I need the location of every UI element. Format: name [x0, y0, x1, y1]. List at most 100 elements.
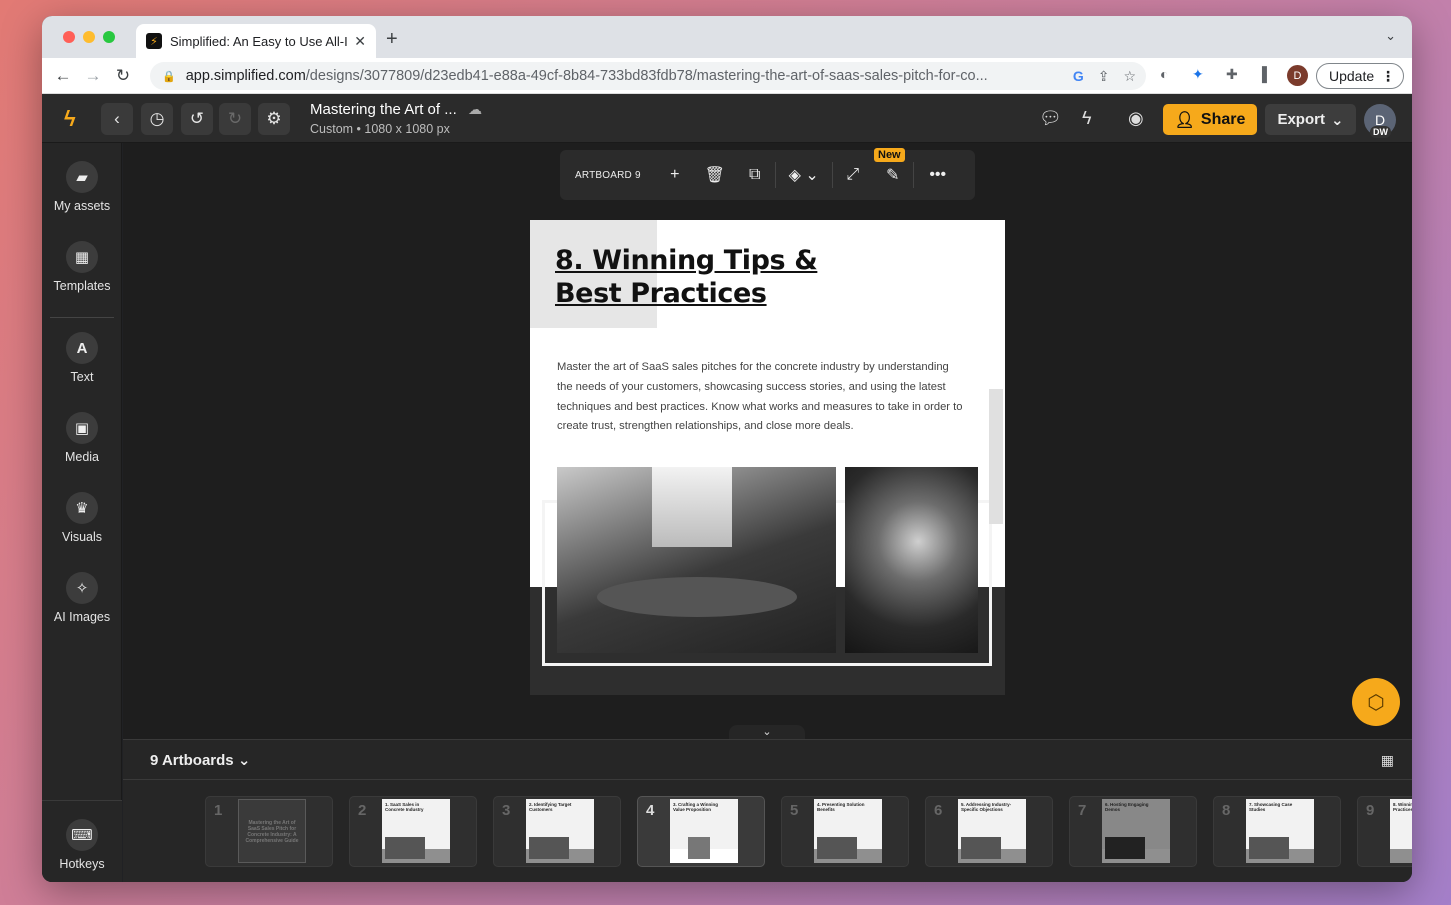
gear-icon: ⚙: [266, 109, 282, 128]
thumb-number: 6: [934, 802, 943, 819]
text-icon: A: [66, 332, 98, 364]
meeting-photo[interactable]: [557, 467, 836, 653]
simplified-logo-icon[interactable]: ϟ: [64, 106, 86, 131]
redo-button[interactable]: ↻: [219, 103, 251, 135]
artboard-body-text[interactable]: Master the art of SaaS sales pitches for…: [557, 358, 967, 437]
artboard-thumb-1[interactable]: 1 Mastering the Art of SaaS Sales Pitch …: [205, 796, 333, 867]
sidebar-item-visuals[interactable]: ♛ Visuals: [42, 492, 122, 544]
simplified-favicon-icon: ⚡: [146, 33, 162, 49]
thumb-preview: Mastering the Art of SaaS Sales Pitch fo…: [238, 799, 306, 863]
artboard-thumb-2[interactable]: 2 1. SaaS Sales in Concrete Industry: [349, 796, 477, 867]
update-button[interactable]: Update ⋮: [1316, 63, 1404, 89]
artboard-heading[interactable]: 8. Winning Tips & Best Practices: [555, 244, 818, 310]
trash-icon[interactable]: 🗑︎: [695, 165, 735, 185]
thumb-photo: [817, 837, 857, 859]
magic-resize-icon[interactable]: ✎: [873, 165, 913, 185]
extension-translate-icon[interactable]: ◐: [1160, 66, 1168, 82]
back-button[interactable]: ‹: [101, 103, 133, 135]
extension-spark-icon[interactable]: ✦: [1192, 66, 1204, 83]
document-title[interactable]: Mastering the Art of ...: [310, 101, 457, 118]
artboard-thumb-8[interactable]: 8 7. Showcasing Case Studies: [1213, 796, 1341, 867]
browser-tab[interactable]: ⚡ Simplified: An Easy to Use All-I ✕: [136, 24, 376, 58]
omnibox-actions: G ⇪ ☆: [1073, 68, 1136, 85]
history-button[interactable]: ◷: [141, 103, 173, 135]
thumb-preview: 2. Identifying Target Customers: [526, 799, 594, 863]
add-artboard-icon[interactable]: +: [655, 166, 695, 184]
reload-icon[interactable]: ↻: [108, 66, 138, 86]
artboard-thumb-9[interactable]: 9 8. Winning Tips & Best Practices: [1357, 796, 1412, 867]
sidebar-item-text[interactable]: A Text: [42, 332, 122, 384]
cube-icon: ⬡: [1367, 691, 1385, 714]
user-initials-badge: DW: [1370, 126, 1391, 138]
sidebar-divider: [50, 317, 114, 318]
cloud-saved-icon: ☁: [468, 101, 482, 117]
thumb-title: 3. Crafting a Winning Value Proposition: [673, 802, 718, 812]
url-host: app.simplified.com: [185, 68, 306, 84]
settings-button[interactable]: ⚙: [258, 103, 290, 135]
thumb-number: 5: [790, 802, 799, 819]
preview-eye-icon[interactable]: ◉: [1128, 108, 1144, 129]
thumb-photo: [961, 837, 1001, 859]
google-lens-icon[interactable]: G: [1073, 68, 1084, 85]
close-window-button[interactable]: [63, 31, 75, 43]
app-header: ϟ ‹ ◷ ↺ ↻ ⚙ Mastering the Art of ... ☁ C…: [42, 94, 1412, 143]
duplicate-icon[interactable]: ⧉: [735, 166, 775, 184]
share-page-icon[interactable]: ⇪: [1098, 68, 1110, 85]
hotkeys-label: Hotkeys: [59, 857, 105, 871]
undo-button[interactable]: ↺: [181, 103, 213, 135]
crown-icon: ♛: [66, 492, 98, 524]
url-field[interactable]: 🔒 app.simplified.com/designs/3077809/d23…: [150, 62, 1146, 90]
thumb-title: 2. Identifying Target Customers: [529, 802, 572, 812]
minimize-window-button[interactable]: [83, 31, 95, 43]
thumb-title: Mastering the Art of SaaS Sales Pitch fo…: [245, 820, 299, 844]
artboard-thumb-3[interactable]: 3 2. Identifying Target Customers: [493, 796, 621, 867]
sidebar-item-media[interactable]: ▣ Media: [42, 412, 122, 464]
comment-icon[interactable]: 💬︎: [1039, 108, 1062, 129]
resize-icon[interactable]: ⤢: [833, 166, 873, 184]
tab-close-icon[interactable]: ✕: [354, 33, 366, 50]
artboards-dropdown[interactable]: 9 Artboards ⌄: [150, 751, 250, 769]
help-widget-button[interactable]: ⬡: [1352, 678, 1400, 726]
artboard-thumb-4[interactable]: 4 3. Crafting a Winning Value Propositio…: [637, 796, 765, 867]
bookmark-star-icon[interactable]: ☆: [1123, 68, 1136, 85]
tab-search-chevron-icon[interactable]: ⌄: [1385, 28, 1396, 44]
design-canvas[interactable]: ARTBOARD 9 + 🗑︎ ⧉ ◈ ⌄ ⤢ ✎ ••• New 8. Win…: [123, 143, 1412, 741]
address-bar-row: ← → ↻ 🔒 app.simplified.com/designs/30778…: [42, 58, 1412, 94]
extensions-puzzle-icon[interactable]: ✚: [1226, 66, 1238, 83]
maximize-window-button[interactable]: [103, 31, 115, 43]
lightning-icon[interactable]: ϟ: [1082, 108, 1092, 129]
sidebar-item-label: My assets: [53, 199, 111, 213]
artboard-thumb-5[interactable]: 5 4. Presenting Solution Benefits: [781, 796, 909, 867]
grid-view-icon[interactable]: ▦: [1381, 752, 1394, 769]
forward-arrow-icon[interactable]: →: [78, 66, 108, 86]
side-panel-icon[interactable]: ▐: [1257, 66, 1267, 82]
back-arrow-icon[interactable]: ←: [48, 66, 78, 86]
artboard-thumb-7[interactable]: 7 6. Hosting Engaging Demos: [1069, 796, 1197, 867]
share-button[interactable]: 👤︎ Share: [1163, 104, 1257, 135]
more-options-icon[interactable]: •••: [914, 166, 962, 184]
sidebar-item-my-assets[interactable]: ▰ My assets: [42, 161, 122, 213]
thumb-photo: [385, 837, 425, 859]
strip-divider: [123, 779, 1412, 780]
export-button[interactable]: Export ⌄: [1265, 104, 1356, 135]
thumb-number: 2: [358, 802, 367, 819]
artboard-scroll-handle[interactable]: [989, 389, 1003, 524]
update-label: Update: [1329, 68, 1375, 84]
profile-avatar[interactable]: D: [1287, 65, 1308, 86]
artboard[interactable]: 8. Winning Tips & Best Practices Master …: [530, 220, 1005, 695]
chevron-down-icon: ⌄: [1330, 111, 1344, 129]
artboard-thumb-6[interactable]: 6 5. Addressing Industry-Specific Object…: [925, 796, 1053, 867]
thumb-title: 7. Showcasing Case Studies: [1249, 802, 1293, 812]
lock-icon: 🔒: [162, 70, 176, 83]
hotkeys-button[interactable]: ⌨ Hotkeys: [42, 800, 122, 882]
lightbulb-photo[interactable]: [845, 467, 978, 653]
sidebar-item-templates[interactable]: ▦ Templates: [42, 241, 122, 293]
redo-icon: ↻: [227, 109, 243, 128]
folder-icon: ▰: [66, 161, 98, 193]
sidebar-item-ai-images[interactable]: ✧ AI Images: [42, 572, 122, 624]
new-tab-button[interactable]: +: [386, 28, 398, 51]
fill-color-icon[interactable]: ◈ ⌄: [776, 165, 832, 185]
thumb-photo: [1105, 837, 1145, 859]
artboard-label: ARTBOARD 9: [575, 169, 641, 181]
sidebar-item-label: AI Images: [53, 610, 111, 624]
